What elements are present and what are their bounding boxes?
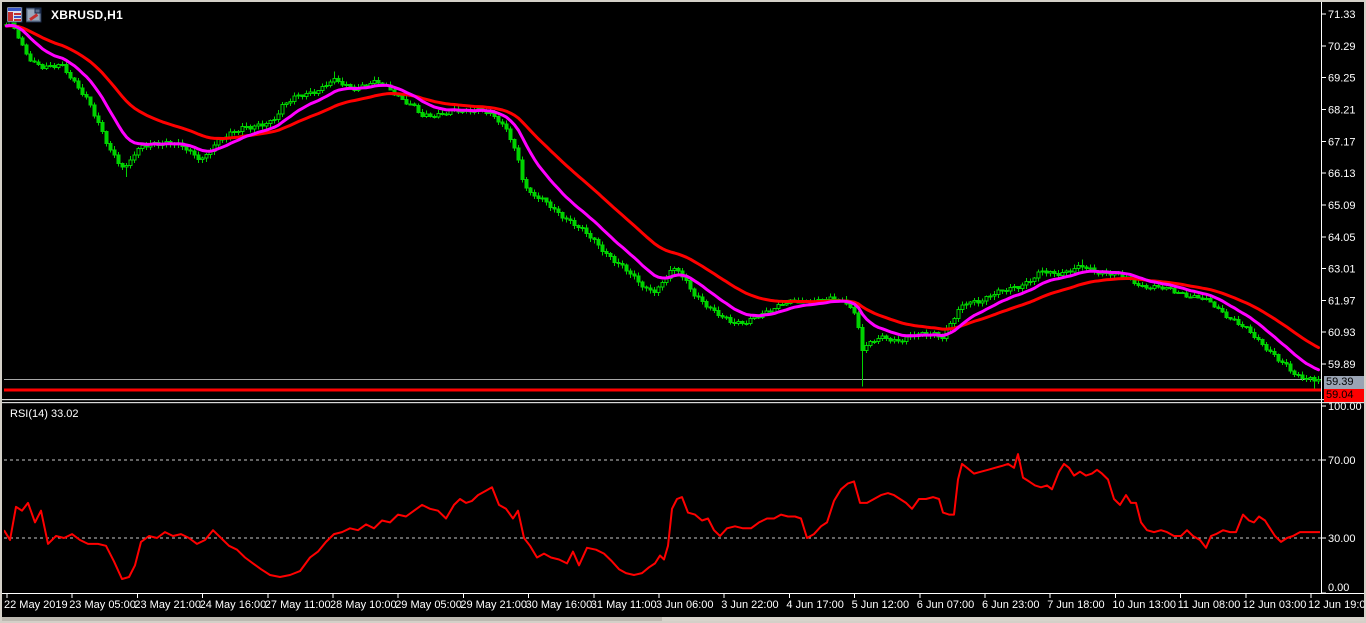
chart-header: XBRUSD,H1 xyxy=(6,6,124,23)
time-tick-label: 5 Jun 12:00 xyxy=(852,599,910,611)
time-tick-label: 27 May 11:00 xyxy=(265,599,331,611)
price-tick-label: 66.13 xyxy=(1328,168,1356,180)
candle xyxy=(516,144,521,163)
price-tick-label: 63.01 xyxy=(1328,264,1356,276)
time-tick-label: 22 May 2019 xyxy=(4,599,68,611)
time-tick-label: 24 May 16:00 xyxy=(200,599,267,611)
candle xyxy=(1196,294,1201,299)
panel-splitter[interactable] xyxy=(2,399,1364,401)
symbol-timeframe-label: XBRUSD,H1 xyxy=(51,8,124,22)
time-tick-label: 6 Jun 07:00 xyxy=(917,599,975,611)
panel-splitter-2[interactable] xyxy=(2,402,1364,404)
rsi-tick-label: 100.00 xyxy=(1328,401,1362,413)
chart-canvas[interactable]: 71.33 70.29 69.25 68.21 67.17 66.13 65.09 64.05… xyxy=(2,2,1364,621)
candle xyxy=(92,102,97,119)
bid-price-box: 59.39 xyxy=(1324,376,1364,389)
candle xyxy=(416,103,421,114)
candle xyxy=(1212,301,1217,309)
candle xyxy=(24,43,29,56)
chart-background xyxy=(2,2,1364,621)
time-tick-label: 30 May 16:00 xyxy=(526,599,593,611)
time-tick-label: 12 Jun 19:00 xyxy=(1308,599,1364,611)
time-tick-label: 6 Jun 23:00 xyxy=(982,599,1040,611)
price-tick-label: 65.09 xyxy=(1328,200,1356,212)
candle xyxy=(104,130,109,147)
time-tick-label: 3 Jun 06:00 xyxy=(656,599,714,611)
mt4-chart-window: 71.33 70.29 69.25 68.21 67.17 66.13 65.09 64.05… xyxy=(0,0,1366,623)
price-tick-label: 59.89 xyxy=(1328,359,1356,371)
horizontal-scrollbar[interactable] xyxy=(2,617,1364,621)
time-tick-label: 11 Jun 08:00 xyxy=(1178,599,1241,611)
price-tick-label: 64.05 xyxy=(1328,232,1356,244)
rsi-indicator-label: RSI(14) 33.02 xyxy=(10,408,79,420)
time-tick-label: 31 May 11:00 xyxy=(591,599,657,611)
price-tick-label: 71.33 xyxy=(1328,9,1356,21)
price-tick-label: 70.29 xyxy=(1328,41,1356,53)
hline-price-box: 59.04 xyxy=(1324,389,1364,402)
price-tick-label: 69.25 xyxy=(1328,73,1356,85)
trade-hammer-icon[interactable] xyxy=(25,7,42,23)
time-tick-label: 12 Jun 03:00 xyxy=(1243,599,1307,611)
horizontal-scrollbar-thumb[interactable] xyxy=(662,617,1364,621)
price-tick-label: 60.93 xyxy=(1328,327,1356,339)
chart-table-icon[interactable] xyxy=(6,6,23,23)
price-tick-label: 68.21 xyxy=(1328,104,1356,116)
time-tick-label: 3 Jun 22:00 xyxy=(721,599,779,611)
time-tick-label: 29 May 05:00 xyxy=(395,599,462,611)
time-tick-label: 7 Jun 18:00 xyxy=(1047,599,1105,611)
price-tick-label: 61.97 xyxy=(1328,295,1356,307)
time-tick-label: 4 Jun 17:00 xyxy=(786,599,844,611)
rsi-tick-label: 30.00 xyxy=(1328,533,1356,545)
candle xyxy=(520,156,525,183)
time-tick-label: 29 May 21:00 xyxy=(460,599,527,611)
candle xyxy=(856,310,861,330)
time-tick-label: 28 May 10:00 xyxy=(330,599,397,611)
time-tick-label: 10 Jun 13:00 xyxy=(1112,599,1176,611)
time-tick-label: 23 May 21:00 xyxy=(134,599,201,611)
time-tick-label: 23 May 05:00 xyxy=(69,599,136,611)
rsi-tick-label: 0.00 xyxy=(1328,582,1349,594)
rsi-tick-label: 70.00 xyxy=(1328,455,1356,467)
price-tick-label: 67.17 xyxy=(1328,136,1356,148)
